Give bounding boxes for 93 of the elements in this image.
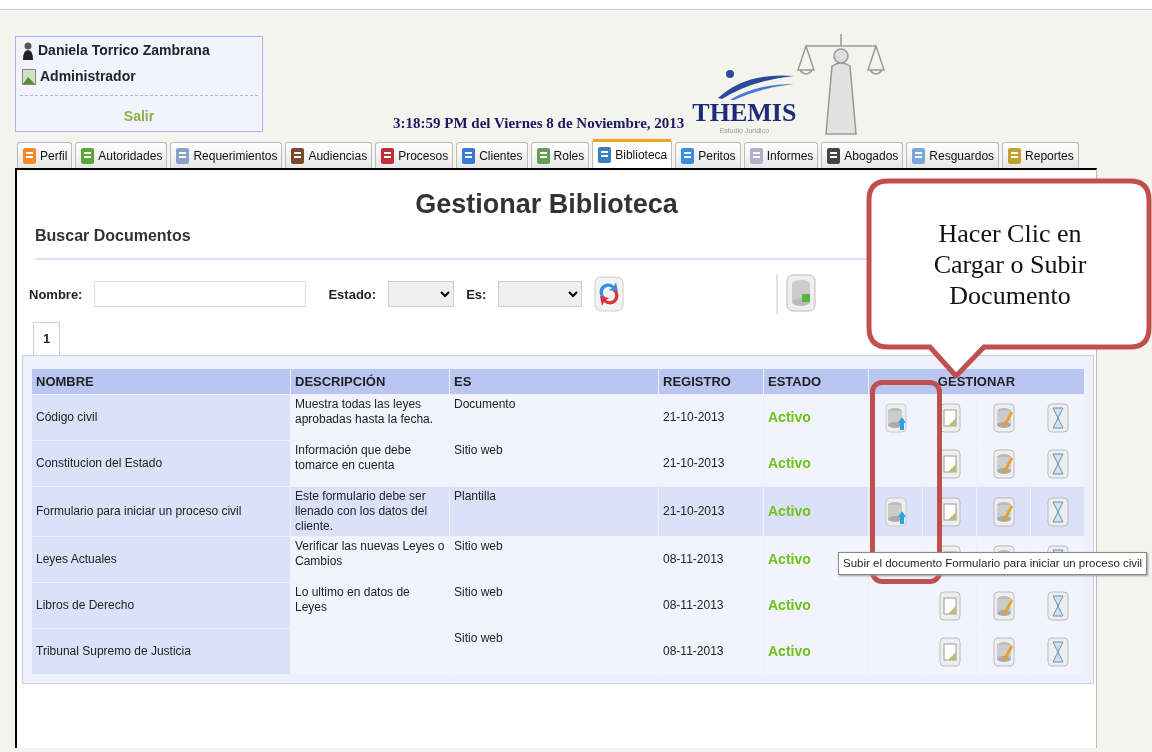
date-text: 21-10-2013	[663, 456, 725, 471]
person-icon	[22, 41, 34, 60]
page-title: Gestionar Biblioteca	[414, 188, 679, 221]
database-upload-icon[interactable]	[884, 496, 907, 527]
page-icon	[461, 146, 478, 165]
page-icon	[290, 146, 307, 165]
date-time: 3:18:59 PM del Viernes 8 de Noviembre, 2013	[393, 113, 685, 133]
column-header: DESCRIPCIÓN	[291, 368, 449, 395]
page-icon	[80, 146, 97, 165]
column-header: NOMBRE	[32, 368, 290, 395]
type-dropdown[interactable]	[498, 281, 583, 308]
type-text: Sitio web	[454, 631, 503, 646]
page-icon	[175, 146, 192, 165]
document-name: Formulario para iniciar un proceso civil	[36, 504, 242, 519]
page-icon	[748, 146, 765, 165]
document-name: Leyes Actuales	[36, 552, 117, 567]
document-name: Constitucion del Estado	[36, 456, 163, 471]
database-upload-icon[interactable]	[884, 402, 907, 433]
nav-tab[interactable]: Roles	[530, 142, 590, 168]
column-header: ESTADO	[764, 368, 868, 395]
date-text: 08-11-2013	[663, 598, 724, 613]
status-text: Activo	[768, 596, 811, 613]
status-text: Activo	[768, 408, 811, 425]
nav-tab[interactable]: Peritos	[675, 142, 741, 168]
database-edit-icon[interactable]	[992, 402, 1015, 433]
page-icon	[911, 146, 928, 165]
document-icon[interactable]	[938, 590, 961, 621]
document-icon[interactable]	[938, 636, 961, 667]
hourglass-icon[interactable]	[1046, 636, 1069, 667]
hourglass-icon[interactable]	[1046, 496, 1069, 527]
type-text: Sitio web	[454, 443, 503, 458]
filter-label: Estado:	[328, 285, 377, 304]
type-text: Documento	[454, 397, 516, 412]
nav-tab[interactable]: Biblioteca	[592, 139, 673, 168]
filter-label: Es:	[466, 285, 487, 304]
status-text: Activo	[768, 642, 811, 659]
page-icon	[597, 146, 614, 164]
description-text: Lo ultimo en datos de Leyes	[295, 585, 410, 615]
date-text: 08-11-2013	[663, 644, 724, 659]
description-text: Verificar las nuevas Leyes o Cambios	[295, 539, 445, 569]
tooltip: Subir el documento Formulario para iniciar un proceso civil	[838, 552, 1148, 576]
nav-tab[interactable]: Audiencias	[285, 142, 373, 168]
page-icon	[1007, 146, 1024, 165]
column-header: REGISTRO	[659, 368, 763, 395]
hourglass-icon[interactable]	[1046, 590, 1069, 621]
picture-icon	[22, 68, 36, 85]
nav-tab[interactable]: Informes	[743, 142, 819, 168]
document-name: Libros de Derecho	[36, 598, 135, 613]
status-text: Activo	[768, 502, 811, 519]
logo-name: THEMIS	[692, 99, 797, 126]
nav-tab[interactable]: Reportes	[1002, 142, 1079, 168]
hourglass-icon[interactable]	[1046, 448, 1069, 479]
nav-tab[interactable]: Procesos	[375, 142, 454, 168]
date-text: 08-11-2013	[663, 552, 724, 567]
column-header: ES	[450, 368, 658, 395]
type-text: Sitio web	[454, 539, 503, 554]
filter-label: Nombre:	[29, 285, 83, 304]
status-text: Activo	[768, 454, 811, 471]
page-icon	[826, 146, 843, 165]
nav-tab[interactable]: Resguardos	[906, 142, 1000, 168]
page-icon	[535, 146, 552, 165]
database-edit-icon[interactable]	[992, 636, 1015, 667]
nav-tab[interactable]: Requerimientos	[170, 142, 283, 168]
date-text: 21-10-2013	[663, 410, 725, 425]
nav-tab[interactable]: Clientes	[456, 142, 528, 168]
hourglass-icon[interactable]	[1046, 402, 1069, 433]
database-edit-icon[interactable]	[992, 448, 1015, 479]
description-text: Este formulario debe ser llenado con los datos del cliente.	[295, 489, 428, 534]
date-text: 21-10-2013	[663, 504, 725, 519]
refresh-icon[interactable]	[594, 276, 625, 313]
page-icon	[22, 146, 38, 165]
user-role: Administrador	[40, 66, 136, 86]
page-tab[interactable]: 1	[33, 322, 61, 355]
nav-tab[interactable]: Perfil	[17, 142, 73, 168]
database-edit-icon[interactable]	[992, 590, 1015, 621]
callout-text: Hacer Clic en Cargar o Subir Documento	[932, 218, 1088, 312]
page-icon	[380, 146, 397, 165]
database-icon[interactable]	[786, 274, 817, 313]
nav-tab[interactable]: Abogados	[821, 142, 904, 168]
type-text: Sitio web	[454, 585, 503, 600]
description-text: Muestra todas las leyes aprobadas hasta la fecha.	[295, 397, 434, 427]
column-header: GESTIONAR	[869, 368, 1084, 395]
document-name: Código civil	[36, 410, 98, 425]
type-text: Plantilla	[454, 489, 497, 504]
database-edit-icon[interactable]	[992, 496, 1015, 527]
document-name: Tribunal Supremo de Justicia	[36, 644, 191, 659]
description-text: Información que debe tomarce en cuenta	[295, 443, 412, 473]
nav-tab[interactable]: Autoridades	[75, 142, 168, 168]
status-dropdown[interactable]	[388, 281, 455, 308]
user-name: Daniela Torrico Zambrana	[38, 40, 210, 60]
name-input-field[interactable]	[94, 281, 307, 308]
status-text: Activo	[768, 550, 811, 567]
page-icon	[680, 146, 697, 165]
